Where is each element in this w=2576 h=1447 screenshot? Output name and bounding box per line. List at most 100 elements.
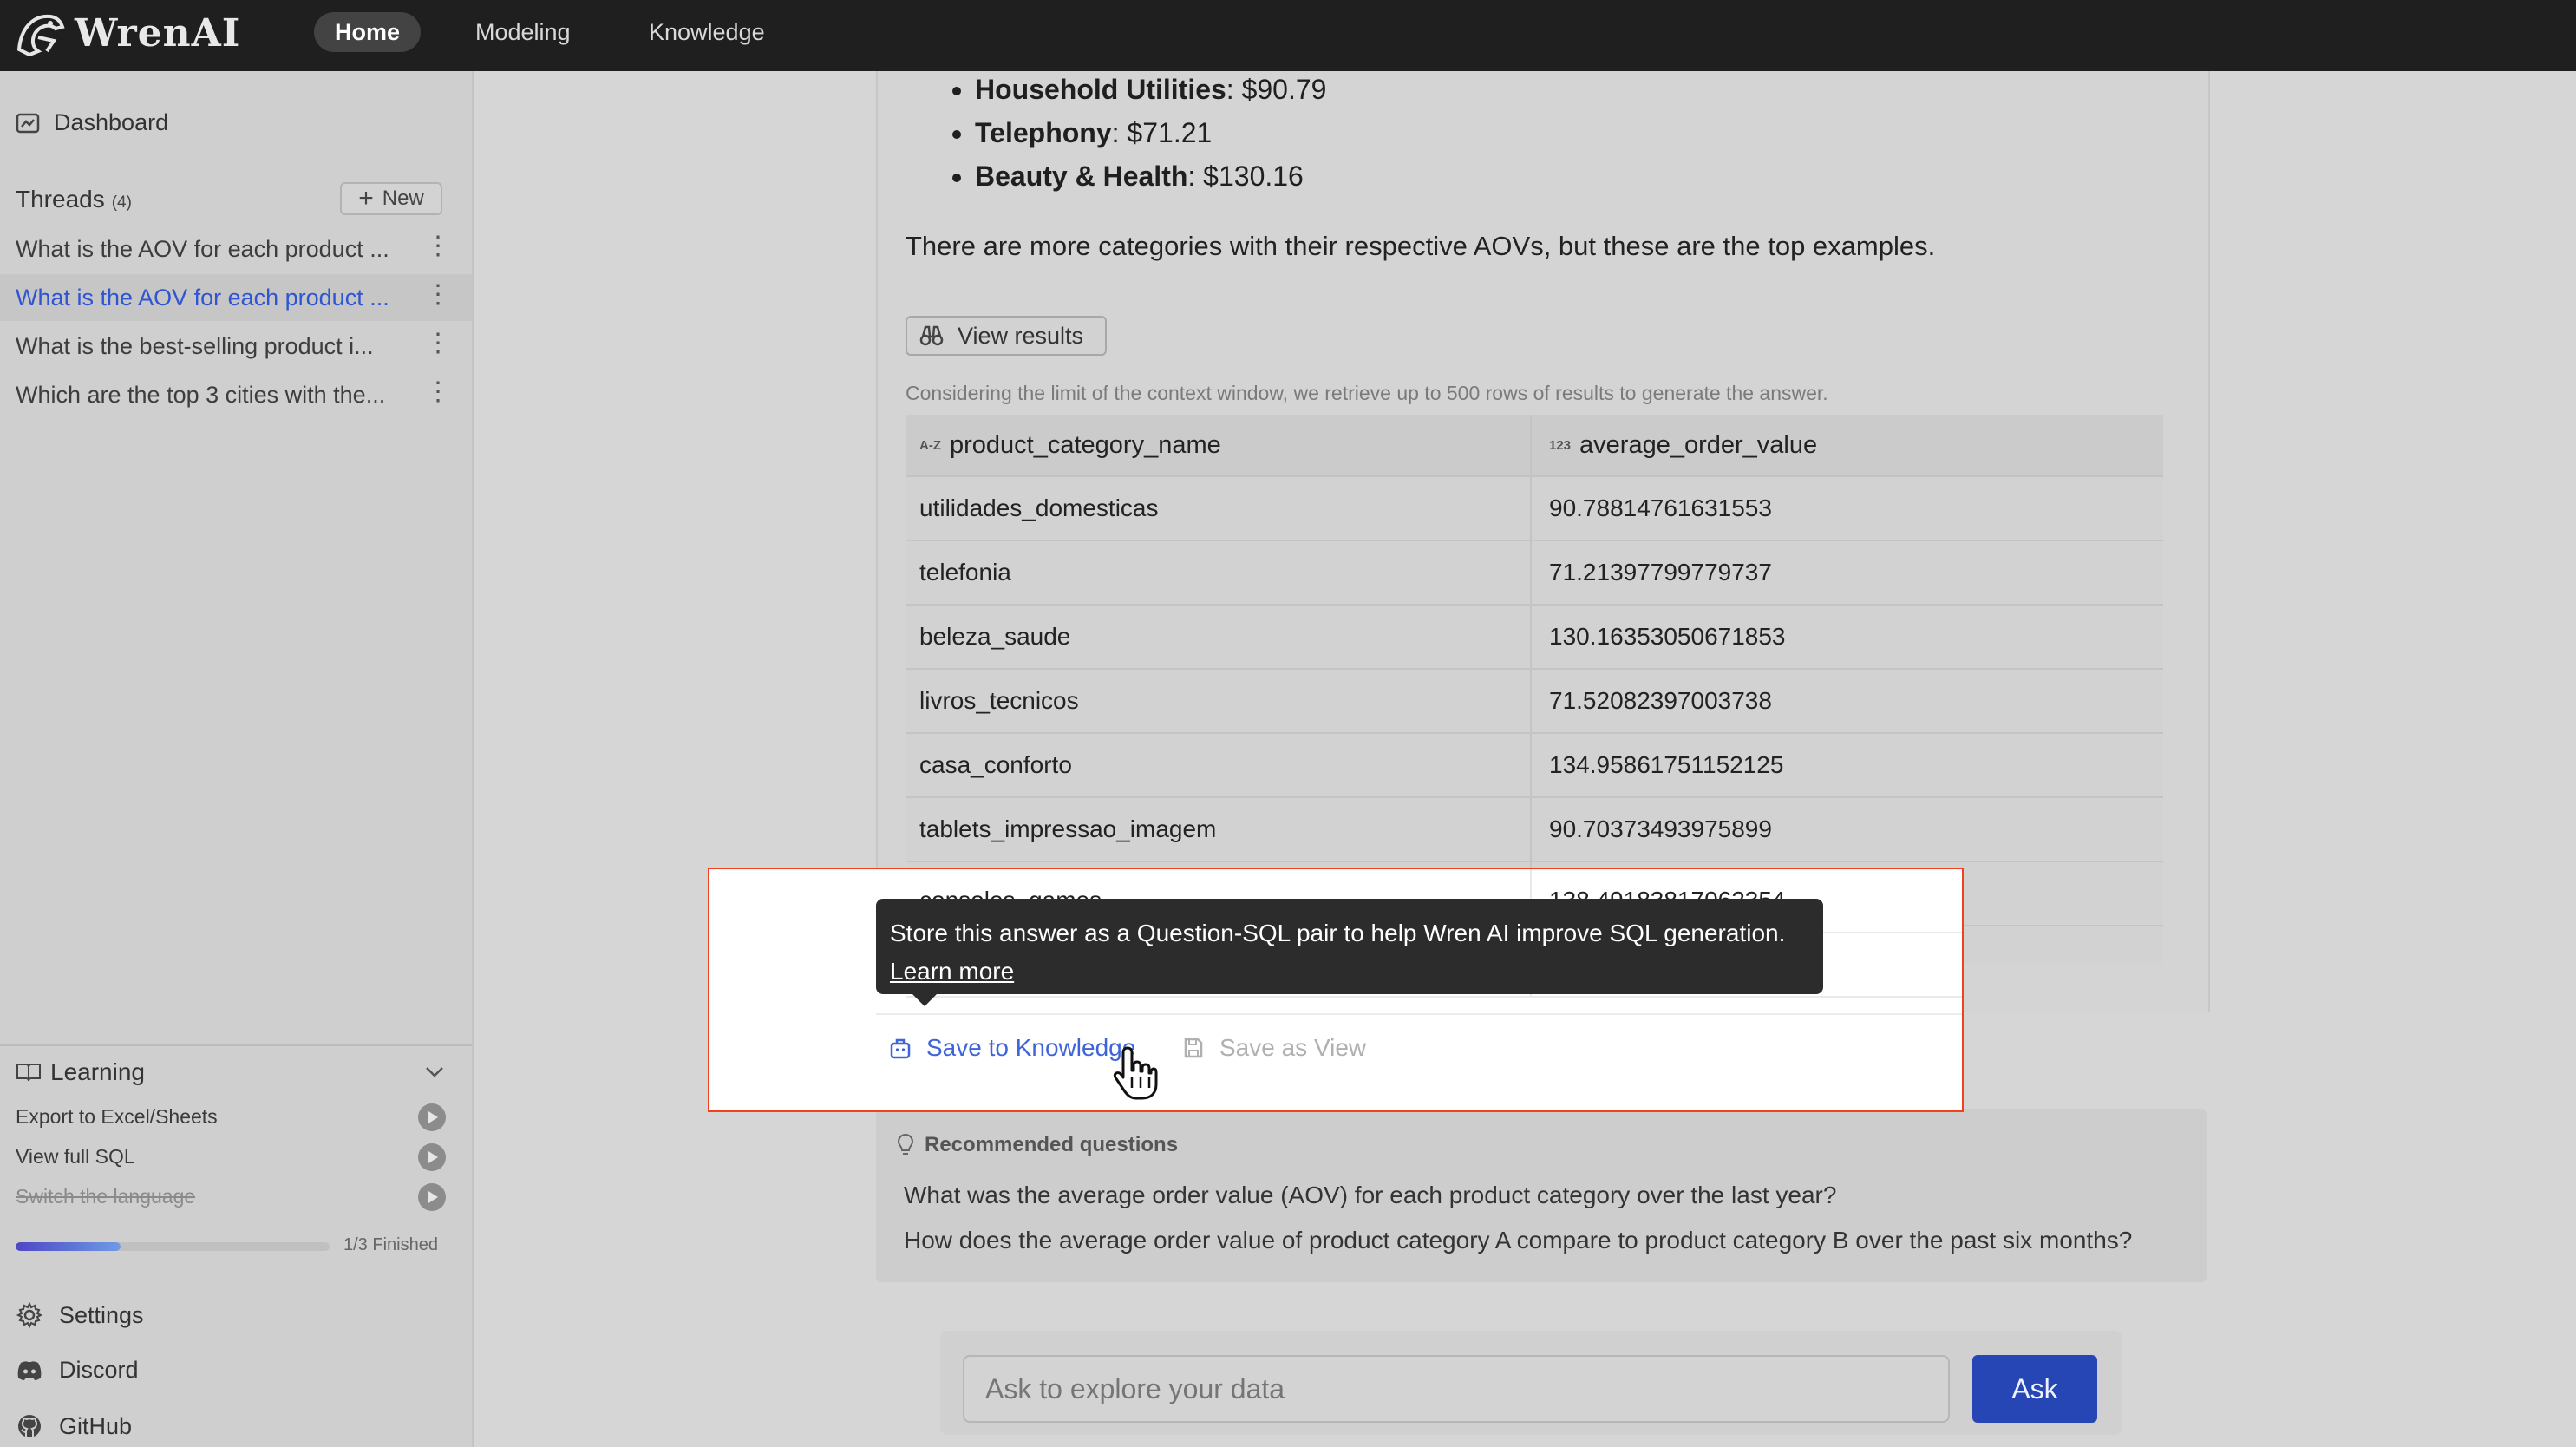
text-type-icon: A-Z [919,437,941,453]
thread-label: What is the best-selling product i... [16,333,374,359]
more-vertical-icon[interactable]: ⋮ [425,376,451,407]
table-cell: 130.16353050671853 [1549,623,1786,650]
recommended-question[interactable]: What was the average order value (AOV) f… [904,1182,1836,1209]
number-type-icon: 123 [1549,437,1572,453]
column-name: average_order_value [1579,430,1818,459]
table-row: tablets_impressao_imagem 90.7037349397589… [906,798,2163,862]
sidebar-item-github[interactable]: GitHub [16,1412,132,1440]
gear-icon [16,1301,43,1329]
column-header[interactable]: 123 average_order_value [1532,415,2160,475]
bullet-bold: Household Utilities [975,74,1226,105]
nav-modeling[interactable]: Modeling [454,12,592,52]
bullet-text: : $71.21 [1111,117,1213,148]
play-icon[interactable] [418,1143,446,1171]
nav-home[interactable]: Home [314,12,422,52]
table-cell: livros_tecnicos [906,670,1532,732]
more-vertical-icon[interactable]: ⋮ [425,279,451,310]
ask-button[interactable]: Ask [1972,1355,2097,1423]
tooltip-text: Store this answer as a Question-SQL pair… [890,920,1786,946]
github-icon [18,1415,41,1437]
save-as-view-label: Save as View [1219,1034,1367,1061]
view-results-button[interactable]: View results [906,316,1107,356]
new-thread-label: New [382,187,424,210]
binoculars-icon [919,325,944,346]
thread-label: What is the AOV for each product ... [16,285,389,311]
save-to-knowledge-button[interactable]: Save to Knowledge [890,1034,1135,1062]
sidebar-item-dashboard[interactable]: Dashboard [16,109,168,136]
learning-progress-text: 1/3 Finished [343,1235,438,1254]
thread-label: Which are the top 3 cities with the... [16,382,386,408]
recommended-question[interactable]: How does the average order value of prod… [904,1227,2132,1254]
threads-count: (4) [111,193,132,212]
threads-label: Threads [16,186,105,213]
list-item: Telephony: $71.21 [975,111,1326,154]
table-row: casa_conforto 134.95861751152125 [906,734,2163,798]
table-row: beleza_saude 130.16353050671853 [906,606,2163,670]
thread-item[interactable]: Which are the top 3 cities with the... ⋮ [0,371,472,418]
learn-more-link[interactable]: Learn more [890,958,1014,985]
learning-item-done[interactable]: Switch the language [16,1185,195,1208]
table-cell: 90.70373493975899 [1549,815,1772,842]
table-cell: tablets_impressao_imagem [906,798,1532,861]
ask-input[interactable] [963,1355,1950,1423]
learning-progress-bar [16,1242,330,1251]
play-icon[interactable] [418,1183,446,1211]
recommended-title-text: Recommended questions [925,1133,1179,1156]
save-as-view-button[interactable]: Save as View [1183,1034,1366,1062]
recommended-title: Recommended questions [897,1133,1178,1157]
table-row: telefonia 71.21397799779737 [906,541,2163,606]
answer-bullets: Household Utilities: $90.79 Telephony: $… [937,68,1326,198]
plus-icon: + [358,184,374,213]
table-cell: utilidades_domesticas [906,477,1532,540]
column-header[interactable]: A-Z product_category_name [906,415,1532,475]
robot-icon [890,1038,911,1059]
discord-icon [17,1360,42,1380]
table-cell: beleza_saude [906,606,1532,668]
sidebar-item-discord[interactable]: Discord [16,1357,139,1384]
discord-label: Discord [59,1357,139,1383]
new-thread-button[interactable]: + New [340,182,442,215]
learning-item[interactable]: View full SQL [16,1145,135,1169]
thread-item[interactable]: What is the best-selling product i... ⋮ [0,323,472,370]
bullet-bold: Beauty & Health [975,160,1188,192]
sidebar: Dashboard Threads (4) + New What is the A… [0,71,474,1447]
more-vertical-icon[interactable]: ⋮ [425,328,451,358]
chevron-down-icon[interactable] [425,1060,444,1084]
table-row: livros_tecnicos 71.52082397003738 [906,670,2163,734]
lightbulb-icon [897,1133,914,1155]
top-navbar: WrenAI Home Modeling Knowledge [0,0,2576,71]
answer-summary: There are more categories with their res… [906,231,1936,261]
learning-item[interactable]: Export to Excel/Sheets [16,1105,218,1129]
save-to-knowledge-label: Save to Knowledge [926,1034,1136,1061]
context-limit-hint: Considering the limit of the context win… [906,382,1828,404]
learning-toggle[interactable]: Learning [16,1058,145,1086]
settings-label: Settings [59,1301,144,1328]
view-results-label: View results [958,322,1084,349]
table-cell: 71.52082397003738 [1549,687,1772,714]
play-icon[interactable] [418,1103,446,1131]
table-header: A-Z product_category_name 123 average_orde… [906,415,2163,477]
wrenai-logo[interactable]: WrenAI [12,3,240,62]
threads-heading: Threads (4) [16,186,132,213]
thread-label: What is the AOV for each product ... [16,236,389,262]
learning-progress-fill [16,1242,121,1251]
table-row: utilidades_domesticas 90.78814761631553 [906,477,2163,541]
list-item: Household Utilities: $90.79 [975,68,1326,111]
dashboard-icon [16,113,40,133]
list-item: Beauty & Health: $130.16 [975,154,1326,198]
nav-knowledge[interactable]: Knowledge [628,12,786,52]
hand-cursor-icon [1113,1046,1158,1100]
column-name: product_category_name [950,430,1221,459]
thread-item-active[interactable]: What is the AOV for each product ... ⋮ [0,274,472,321]
dashboard-label: Dashboard [54,109,169,135]
more-vertical-icon[interactable]: ⋮ [425,231,451,261]
thread-item[interactable]: What is the AOV for each product ... ⋮ [0,226,472,272]
sidebar-item-settings[interactable]: Settings [16,1301,144,1329]
logo-text: WrenAI [75,10,241,56]
wren-bird-icon [16,14,65,57]
table-cell: 71.21397799779737 [1549,559,1772,586]
table-cell: telefonia [906,541,1532,604]
table-cell: 134.95861751152125 [1549,751,1784,778]
learning-label: Learning [50,1058,145,1085]
github-label: GitHub [59,1412,133,1439]
